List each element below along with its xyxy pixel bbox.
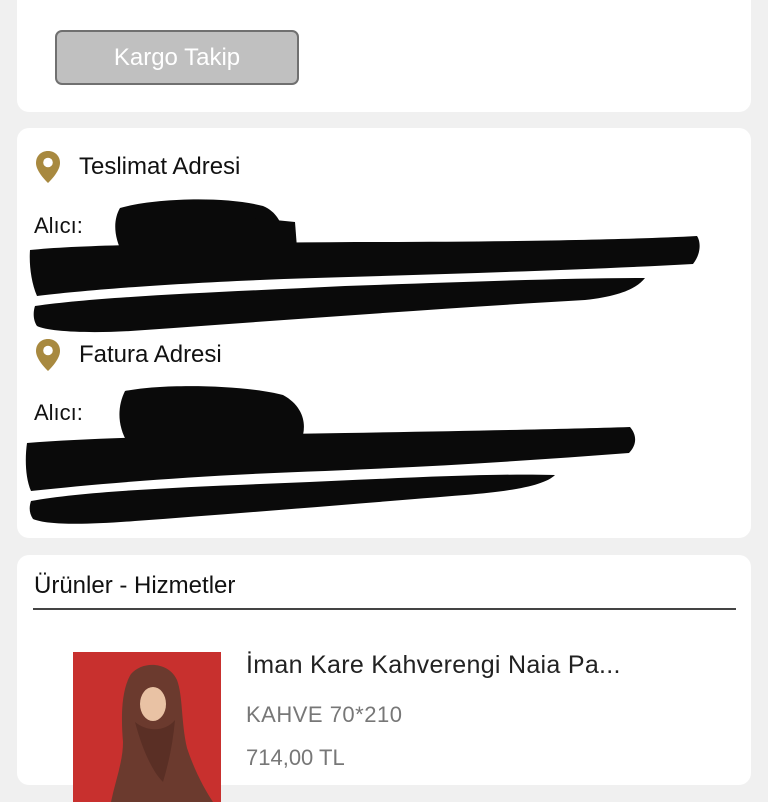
- product-name[interactable]: İman Kare Kahverengi Naia Pa...: [246, 651, 621, 680]
- billing-address-title: Fatura Adresi: [79, 341, 222, 368]
- products-card: Ürünler - Hizmetler İman Kare Kahverengi…: [17, 555, 751, 802]
- product-thumbnail[interactable]: [73, 652, 221, 802]
- location-pin-icon: [36, 339, 60, 371]
- delivery-address-redaction: [29, 199, 700, 333]
- product-variant: KAHVE 70*210: [246, 702, 403, 727]
- kargo-takip-button[interactable]: Kargo Takip: [55, 30, 299, 85]
- billing-recipient-label: Alıcı:: [34, 400, 83, 425]
- products-section-title: Ürünler - Hizmetler: [34, 572, 236, 599]
- kargo-takip-label: Kargo Takip: [113, 43, 241, 71]
- billing-address-redaction: [25, 386, 636, 524]
- location-pin-icon: [36, 151, 60, 183]
- delivery-address-header: Teslimat Adresi: [35, 150, 240, 184]
- product-image: [73, 652, 221, 802]
- address-card: Teslimat Adresi Alıcı: Fatura Adresi Alı…: [17, 128, 751, 538]
- billing-address-header: Fatura Adresi: [35, 338, 222, 372]
- product-price: 714,00 TL: [246, 745, 345, 770]
- delivery-recipient-label: Alıcı:: [34, 213, 83, 238]
- cargo-card: Kargo Takip: [17, 0, 751, 112]
- delivery-address-title: Teslimat Adresi: [79, 153, 241, 180]
- section-divider: [33, 608, 736, 610]
